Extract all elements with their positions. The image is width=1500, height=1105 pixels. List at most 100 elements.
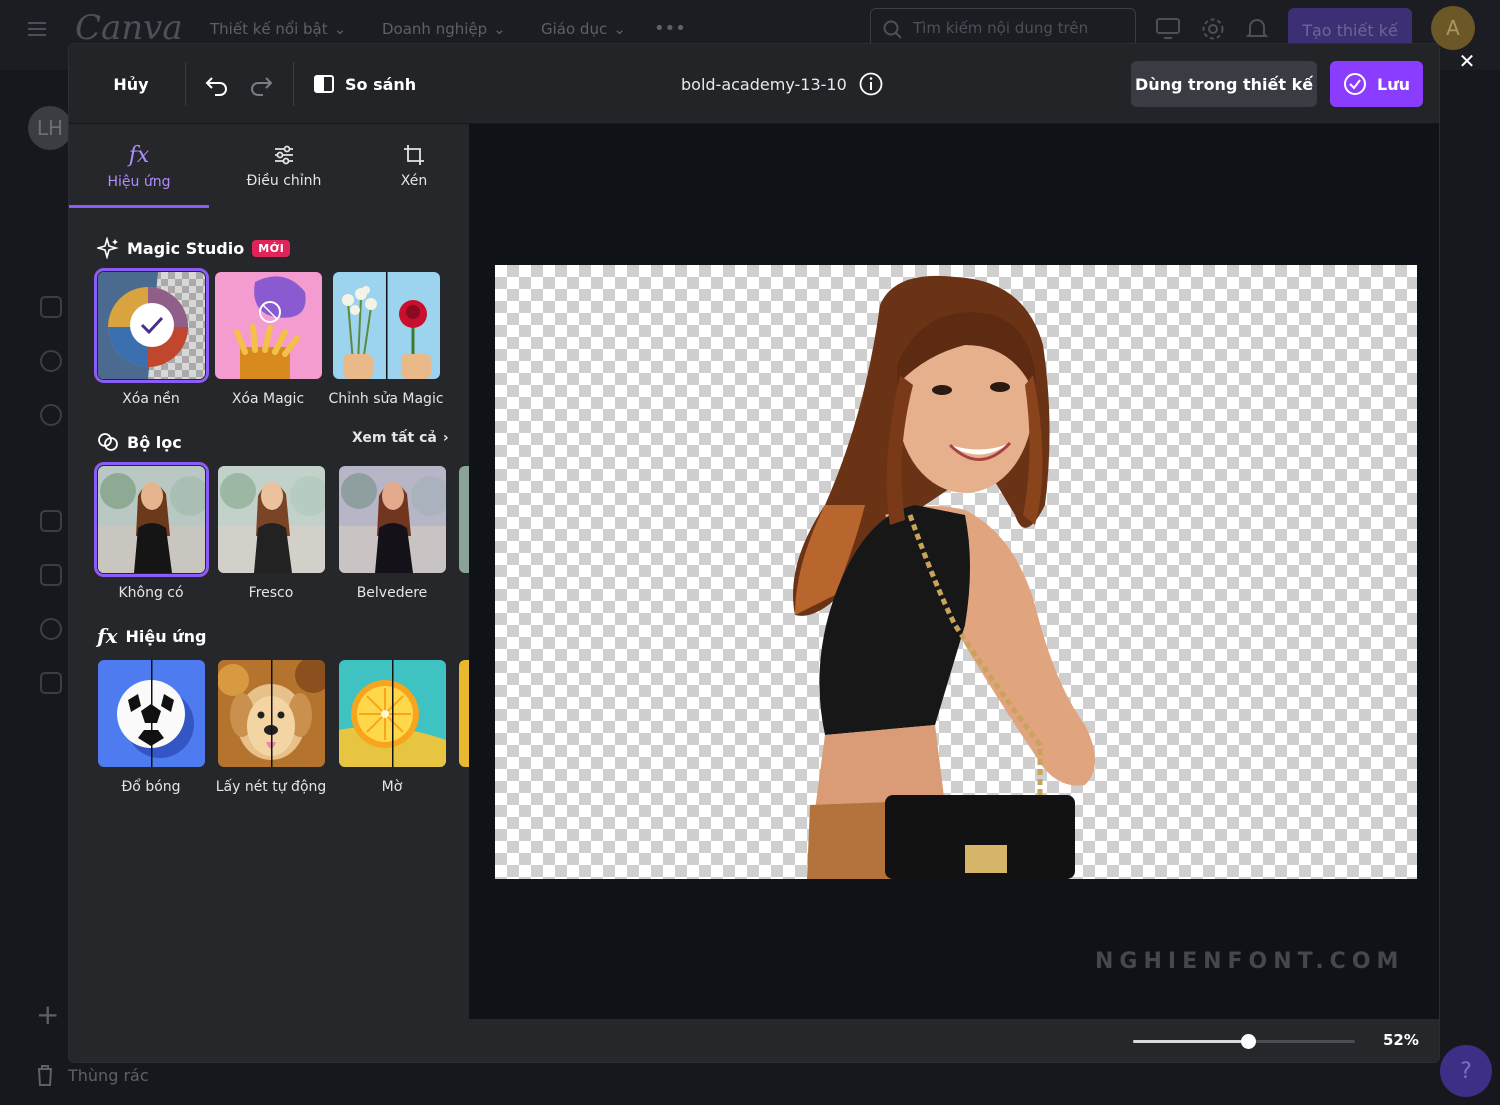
divider xyxy=(185,62,186,106)
effect-autofocus-thumb[interactable] xyxy=(218,660,325,767)
effects-heading: fx Hiệu ứng xyxy=(97,623,206,649)
nav-label: Doanh nghiệp xyxy=(382,20,488,38)
zoom-value[interactable]: 52% xyxy=(1383,1031,1419,1049)
watermark: NGHIENFONT.COM xyxy=(1095,949,1405,974)
filename: bold-academy-13-10 xyxy=(681,74,847,94)
file-title: bold-academy-13-10 xyxy=(681,68,883,100)
filter-preview xyxy=(218,466,325,573)
zoom-slider-handle[interactable] xyxy=(1241,1034,1256,1049)
more-icon[interactable]: ••• xyxy=(654,18,686,39)
filter-belvedere-thumb[interactable] xyxy=(339,466,446,573)
projects-icon[interactable] xyxy=(40,672,62,694)
filter-fresco-thumb[interactable] xyxy=(218,466,325,573)
templates-icon[interactable] xyxy=(40,296,62,318)
redo-icon[interactable] xyxy=(247,70,275,98)
thumb-label: Xóa Magic xyxy=(231,391,305,407)
help-button[interactable]: ? xyxy=(1440,1045,1492,1097)
plus-icon[interactable]: + xyxy=(36,998,59,1031)
new-badge: MỚI xyxy=(252,239,291,257)
filter-none-thumb[interactable] xyxy=(94,462,209,577)
trash-label: Thùng rác xyxy=(68,1065,149,1085)
uploads-icon[interactable] xyxy=(40,564,62,586)
photo-canvas[interactable] xyxy=(495,265,1417,879)
save-button[interactable]: Lưu xyxy=(1330,61,1423,107)
chevron-right-icon: › xyxy=(442,430,449,446)
magic-eraser-thumb[interactable] xyxy=(215,272,322,379)
canvas-area: NGHIENFONT.COM xyxy=(469,124,1439,1019)
search-input[interactable]: Tìm kiếm nội dung trên xyxy=(870,8,1136,48)
desktop-icon[interactable] xyxy=(1156,18,1180,40)
section-title: Bộ lọc xyxy=(127,432,182,452)
thumb-label: Chỉnh sửa Magic xyxy=(328,391,444,407)
crop-icon xyxy=(404,145,424,165)
nav-featured-designs[interactable]: Thiết kế nổi bật ⌄ xyxy=(210,20,346,38)
bell-icon[interactable] xyxy=(1246,17,1268,41)
see-all-filters-link[interactable]: Xem tất cả › xyxy=(352,430,449,446)
search-icon xyxy=(883,20,902,39)
thumb-label: Fresco xyxy=(248,585,294,601)
tab-crop[interactable]: Xén xyxy=(359,124,469,208)
filter-icon xyxy=(98,433,118,451)
close-icon[interactable]: ✕ xyxy=(1456,50,1478,72)
brand-icon[interactable] xyxy=(40,404,62,426)
thumb-label: Lấy nét tự động xyxy=(215,779,327,795)
check-circle-icon xyxy=(1344,73,1366,95)
magic-edit-preview xyxy=(333,272,440,379)
nav-label: Thiết kế nổi bật xyxy=(210,20,328,38)
zoom-footer: 52% xyxy=(469,1019,1439,1062)
edit-panel: fx Hiệu ứng Điều chỉnh Xén Magic Studio … xyxy=(69,124,469,1062)
tab-label: Điều chỉnh xyxy=(246,173,322,189)
filter-preview xyxy=(98,466,205,573)
magic-remove-bg-thumb[interactable] xyxy=(94,268,209,383)
undo-icon[interactable] xyxy=(203,70,231,98)
tab-label: Hiệu ứng xyxy=(107,173,171,190)
magic-eraser-preview xyxy=(215,272,322,379)
left-rail xyxy=(0,70,68,1105)
thumb-label: Belvedere xyxy=(356,585,428,601)
compare-label: So sánh xyxy=(345,74,417,94)
compare-icon xyxy=(314,75,334,93)
nav-education[interactable]: Giáo dục ⌄ xyxy=(541,20,626,38)
divider xyxy=(293,62,294,106)
cancel-button[interactable]: Hủy xyxy=(99,66,163,102)
text-icon[interactable] xyxy=(40,510,62,532)
effect-shadow-thumb[interactable] xyxy=(98,660,205,767)
save-label: Lưu xyxy=(1377,74,1410,94)
nav-business[interactable]: Doanh nghiệp ⌄ xyxy=(382,20,506,38)
filter-next-thumb-partial[interactable] xyxy=(459,466,469,573)
photo-editor-modal: Hủy So sánh bold-academy-13-10 Dùng tron… xyxy=(68,43,1440,1063)
magic-edit-thumb[interactable] xyxy=(333,272,440,379)
fx-icon: fx xyxy=(97,624,118,648)
gear-icon[interactable] xyxy=(1201,17,1225,41)
see-all-label: Xem tất cả xyxy=(352,430,437,446)
user-avatar[interactable]: LH xyxy=(28,106,72,150)
chevron-down-icon: ⌄ xyxy=(333,20,347,38)
blur-preview xyxy=(339,660,446,767)
trash-item[interactable]: Thùng rác xyxy=(36,1064,149,1086)
tab-adjust[interactable]: Điều chỉnh xyxy=(219,124,349,208)
section-title: Magic Studio xyxy=(127,238,245,258)
apps-icon[interactable] xyxy=(40,618,62,640)
menu-icon[interactable] xyxy=(28,22,46,36)
effect-next-thumb-partial[interactable] xyxy=(459,660,469,767)
active-tab-indicator xyxy=(69,205,209,208)
remove-bg-preview xyxy=(98,272,205,379)
tab-label: Xén xyxy=(400,173,428,189)
autofocus-preview xyxy=(218,660,325,767)
use-in-design-button[interactable]: Dùng trong thiết kế xyxy=(1131,61,1317,107)
thumb-label: Đổ bóng xyxy=(121,779,181,795)
info-icon[interactable] xyxy=(859,72,883,96)
tab-effects[interactable]: fx Hiệu ứng xyxy=(69,124,209,208)
chevron-down-icon: ⌄ xyxy=(493,20,506,38)
compare-button[interactable]: So sánh xyxy=(313,66,416,102)
elements-icon[interactable] xyxy=(40,350,62,372)
zoom-slider[interactable] xyxy=(1133,1034,1355,1049)
sparkle-icon xyxy=(97,237,119,259)
chevron-down-icon: ⌄ xyxy=(613,20,626,38)
fx-icon: fx xyxy=(128,142,150,168)
canva-logo[interactable]: Canva xyxy=(75,8,183,48)
filters-heading: Bộ lọc xyxy=(97,429,182,455)
sliders-icon xyxy=(275,145,293,165)
thumb-label: Mờ xyxy=(381,779,403,795)
effect-blur-thumb[interactable] xyxy=(339,660,446,767)
